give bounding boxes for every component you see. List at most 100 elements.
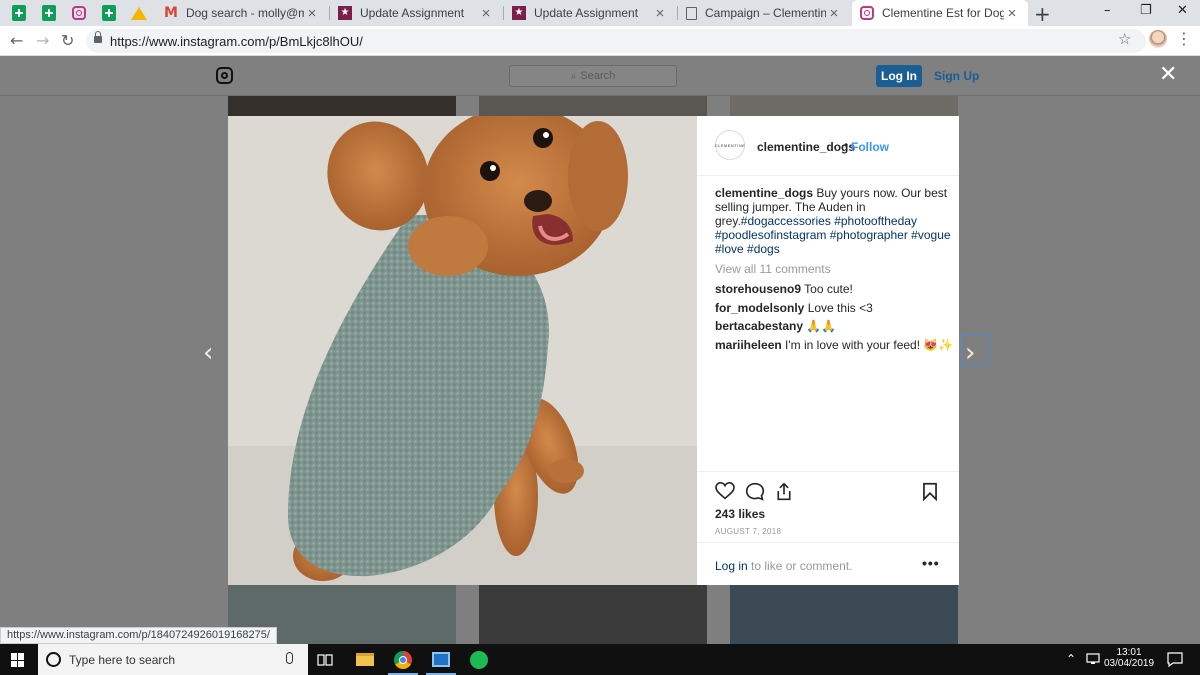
url-text[interactable]: https://www.instagram.com/p/BmLkjc8lhOU/ xyxy=(110,34,363,49)
taskbar-spotify[interactable] xyxy=(460,644,498,675)
profile-avatar[interactable] xyxy=(1149,30,1167,48)
tab-close-icon[interactable]: × xyxy=(652,5,668,22)
pinned-tab-instagram[interactable] xyxy=(68,3,90,23)
comment-username[interactable]: storehouseno9 xyxy=(715,282,801,296)
comment-item: bertacabestany 🙏🙏 xyxy=(715,319,836,333)
window-close-button[interactable]: ✕ xyxy=(1177,3,1188,18)
view-all-comments-link[interactable]: View all 11 comments xyxy=(715,262,831,276)
hashtag-link[interactable]: #dogs xyxy=(747,242,780,256)
instagram-page-overlay: ⌕ Search Log In Sign Up ✕ ‹ › CLEMENTINE… xyxy=(0,56,1200,644)
task-view-icon xyxy=(317,653,333,666)
tab-close-icon[interactable]: × xyxy=(304,5,320,22)
taskbar-clock[interactable]: 13:01 03/04/2019 xyxy=(1104,647,1154,669)
search-input[interactable]: ⌕ Search xyxy=(509,65,677,87)
hashtag-link[interactable]: #poodlesofinstagram xyxy=(715,228,826,242)
remote-desktop-icon xyxy=(432,652,450,667)
windows-start-icon[interactable] xyxy=(11,653,25,667)
pinned-tab-sheets-1[interactable] xyxy=(8,3,30,23)
bookmark-save-icon[interactable] xyxy=(922,482,938,501)
comment-text: I'm in love with your feed! 😻✨ xyxy=(785,338,954,352)
tab-close-icon[interactable]: × xyxy=(826,5,842,22)
more-options-icon[interactable]: ••• xyxy=(922,555,940,571)
tab-gmail[interactable]: M Dog search - molly@modelsd × xyxy=(156,0,328,26)
menu-kebab-icon[interactable]: ⋮ xyxy=(1176,29,1192,48)
search-icon: ⌕ xyxy=(570,70,577,82)
likes-count[interactable]: 243 likes xyxy=(715,507,765,521)
hashtag-link[interactable]: #photographer xyxy=(830,228,908,242)
grid-thumbnail[interactable] xyxy=(730,96,958,116)
reload-icon[interactable]: ↻ xyxy=(61,31,74,50)
tab-title: Clementine Est for Dogs (@cle xyxy=(882,6,1004,20)
network-icon[interactable] xyxy=(1086,653,1100,665)
spotify-icon xyxy=(470,650,488,669)
task-view-button[interactable] xyxy=(306,644,344,675)
tab-campaign[interactable]: Campaign – Clementine Est. fo × xyxy=(678,0,850,26)
grid-thumbnail[interactable] xyxy=(479,96,707,116)
header-separator: • xyxy=(844,138,849,152)
close-modal-icon[interactable]: ✕ xyxy=(1159,62,1177,87)
microphone-icon[interactable] xyxy=(286,652,293,664)
grid-thumbnail[interactable] xyxy=(479,585,707,644)
forward-arrow-icon[interactable]: → xyxy=(36,31,49,50)
comment-item: for_modelsonly Love this <3 xyxy=(715,301,873,315)
taskbar-remote-desktop[interactable] xyxy=(422,644,460,675)
maximize-button[interactable]: ❐ xyxy=(1140,3,1152,18)
google-sheets-icon xyxy=(102,5,116,21)
post-username[interactable]: clementine_dogs xyxy=(757,140,855,154)
post-photo[interactable] xyxy=(228,116,697,585)
pinned-tab-drive[interactable] xyxy=(128,3,150,23)
browser-toolbar: ← → ↻ https://www.instagram.com/p/BmLkjc… xyxy=(0,26,1200,56)
bookmark-star-icon[interactable]: ☆ xyxy=(1118,30,1131,48)
address-bar[interactable]: https://www.instagram.com/p/BmLkjc8lhOU/ xyxy=(86,29,1146,53)
post-date: AUGUST 7, 2018 xyxy=(715,527,782,536)
taskbar-file-explorer[interactable] xyxy=(346,644,384,675)
instagram-header: ⌕ Search Log In Sign Up xyxy=(0,56,1200,96)
notifications-icon[interactable] xyxy=(1167,652,1183,667)
avatar-wordmark: CLEMENTINE xyxy=(714,142,746,148)
tab-update-assignment-2[interactable]: ★ Update Assignment × xyxy=(504,0,676,26)
login-button[interactable]: Log In xyxy=(876,65,922,87)
share-icon[interactable] xyxy=(775,482,793,501)
comment-icon[interactable] xyxy=(745,482,765,501)
hashtag-link[interactable]: #photooftheday xyxy=(834,214,917,228)
next-post-arrow-icon[interactable]: › xyxy=(965,338,975,368)
login-link[interactable]: Log in xyxy=(715,559,748,573)
tab-close-icon[interactable]: × xyxy=(1004,5,1020,22)
comment-text: 🙏🙏 xyxy=(806,319,837,333)
back-arrow-icon[interactable]: ← xyxy=(10,31,23,50)
grid-thumbnail[interactable] xyxy=(730,585,958,644)
signup-link[interactable]: Sign Up xyxy=(934,69,979,83)
tab-close-icon[interactable]: × xyxy=(478,5,494,22)
minimize-button[interactable]: – xyxy=(1104,3,1111,18)
comment-username[interactable]: mariiheleen xyxy=(715,338,782,352)
heart-icon[interactable] xyxy=(715,482,735,500)
follow-button[interactable]: Follow xyxy=(851,140,889,154)
taskbar-search-box[interactable]: Type here to search xyxy=(38,644,308,675)
post-header: CLEMENTINE clementine_dogs • Follow xyxy=(697,116,959,176)
pinned-tab-sheets-2[interactable] xyxy=(38,3,60,23)
new-tab-button[interactable]: + xyxy=(1034,2,1051,26)
tray-chevron-icon[interactable]: ⌃ xyxy=(1066,652,1076,666)
caption-username[interactable]: clementine_dogs xyxy=(715,186,813,200)
previous-post-arrow-icon[interactable]: ‹ xyxy=(203,338,213,368)
login-to-comment-row: Log in to like or comment. ••• xyxy=(697,542,959,586)
search-placeholder: Search xyxy=(580,70,616,82)
comment-username[interactable]: for_modelsonly xyxy=(715,301,804,315)
hashtag-link[interactable]: #dogaccessories xyxy=(741,214,831,228)
taskbar-chrome[interactable] xyxy=(384,644,422,675)
instagram-logo-icon[interactable] xyxy=(216,67,233,84)
google-sheets-icon xyxy=(12,5,26,21)
lock-icon xyxy=(94,31,102,43)
grid-thumbnail[interactable] xyxy=(228,96,456,116)
hashtag-link[interactable]: #love xyxy=(715,242,744,256)
tab-instagram-active[interactable]: Clementine Est for Dogs (@cle × xyxy=(852,0,1028,26)
instagram-icon xyxy=(72,6,86,20)
profile-avatar[interactable]: CLEMENTINE xyxy=(715,130,745,160)
hashtag-link[interactable]: #vogue xyxy=(911,228,950,242)
google-drive-icon xyxy=(131,6,147,20)
pinned-tab-sheets-3[interactable] xyxy=(98,3,120,23)
tab-update-assignment-1[interactable]: ★ Update Assignment × xyxy=(330,0,502,26)
login-prompt: Log in to like or comment. xyxy=(715,559,852,573)
comment-username[interactable]: bertacabestany xyxy=(715,319,803,333)
clock-time: 13:01 xyxy=(1116,647,1142,658)
